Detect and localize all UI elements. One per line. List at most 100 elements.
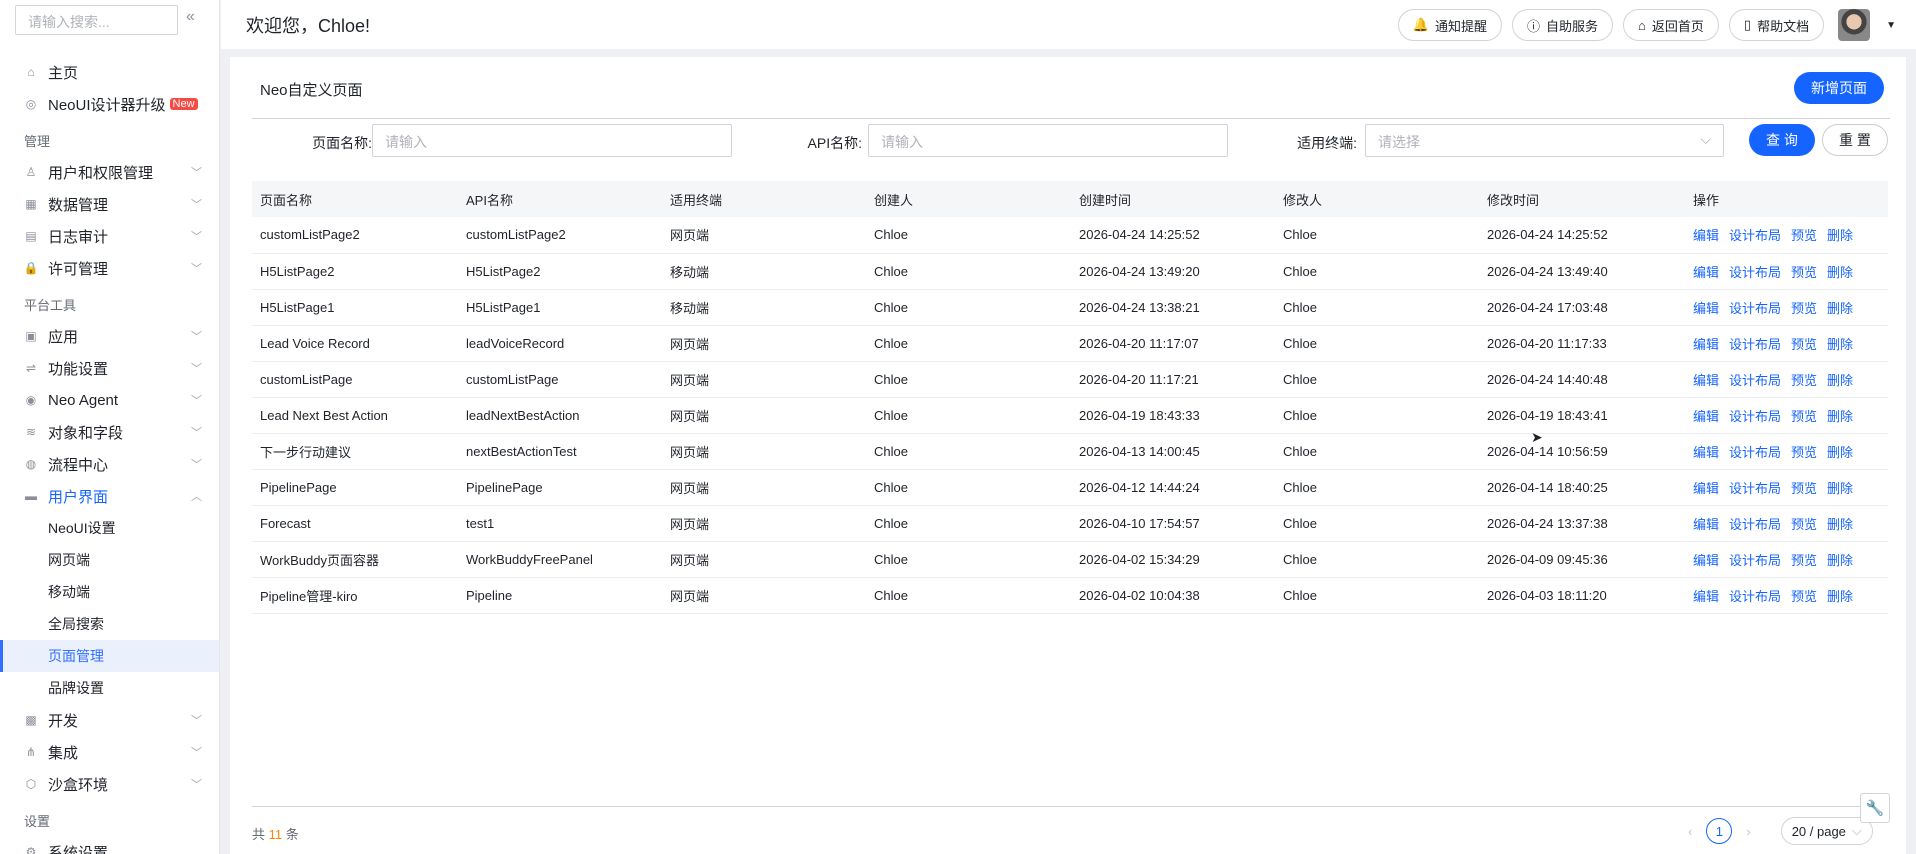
table-cell: 网页端	[662, 469, 866, 506]
page-1-button[interactable]: 1	[1706, 818, 1733, 844]
api-name-input[interactable]: 请输入	[868, 124, 1228, 157]
delete-link[interactable]: 删除	[1827, 517, 1853, 532]
avatar[interactable]	[1838, 9, 1871, 41]
preview-link[interactable]: 预览	[1791, 445, 1817, 460]
total-count: 共 11 条	[252, 824, 299, 843]
sidebar-subitem[interactable]: 移动端	[0, 576, 219, 608]
sidebar-item[interactable]: ▣ 应用 ﹀	[0, 320, 219, 352]
preview-link[interactable]: 预览	[1791, 409, 1817, 424]
terminal-label: 适用终端:	[1297, 135, 1357, 151]
header-button[interactable]: ⓘ 自助服务	[1512, 9, 1614, 41]
sidebar-item[interactable]: ◉ Neo Agent ﹀	[0, 384, 219, 416]
design-layout-link[interactable]: 设计布局	[1729, 553, 1781, 568]
header-button-label: 自助服务	[1546, 18, 1599, 34]
next-page-icon[interactable]: ›	[1746, 824, 1750, 839]
page-size-select[interactable]: 20 / page ⌵	[1780, 817, 1873, 845]
sidebar-item[interactable]: 🔒 许可管理 ﹀	[0, 252, 219, 284]
header-button[interactable]: ▯ 帮助文档	[1728, 9, 1825, 41]
wrench-icon[interactable]: 🔧	[1860, 793, 1890, 823]
sidebar-subitem[interactable]: 全局搜索	[0, 608, 219, 640]
header-button[interactable]: 🔔 通知提醒	[1397, 9, 1503, 41]
sidebar-item[interactable]: ▬ 用户界面 ︿	[0, 480, 219, 512]
design-layout-link[interactable]: 设计布局	[1729, 481, 1781, 496]
edit-link[interactable]: 编辑	[1693, 517, 1719, 532]
preview-link[interactable]: 预览	[1791, 589, 1817, 604]
delete-link[interactable]: 删除	[1827, 481, 1853, 496]
preview-link[interactable]: 预览	[1791, 228, 1817, 243]
delete-link[interactable]: 删除	[1827, 228, 1853, 243]
delete-link[interactable]: 删除	[1827, 409, 1853, 424]
terminal-select[interactable]: 请选择 ⌵	[1365, 124, 1724, 157]
design-layout-link[interactable]: 设计布局	[1729, 228, 1781, 243]
page-name-input[interactable]: 请输入	[372, 124, 732, 157]
edit-link[interactable]: 编辑	[1693, 265, 1719, 280]
sidebar-menu: ⌂ 主页 ◎ NeoUI设计器升级 New 管理 ♙ 用户和权限管理 ﹀ ▦ 数据管理 ﹀ ▤ 日志审计 ﹀…	[0, 56, 219, 854]
edit-link[interactable]: 编辑	[1693, 228, 1719, 243]
sidebar-subitem[interactable]: 网页端	[0, 544, 219, 576]
delete-link[interactable]: 删除	[1827, 445, 1853, 460]
table-cell: Chloe	[866, 253, 1071, 290]
page-title: Neo自定义页面	[260, 82, 363, 99]
preview-link[interactable]: 预览	[1791, 301, 1817, 316]
delete-link[interactable]: 删除	[1827, 337, 1853, 352]
sidebar-subitem[interactable]: 品牌设置	[0, 672, 219, 704]
design-layout-link[interactable]: 设计布局	[1729, 517, 1781, 532]
design-layout-link[interactable]: 设计布局	[1729, 337, 1781, 352]
preview-link[interactable]: 预览	[1791, 481, 1817, 496]
sidebar-item[interactable]: ▦ 数据管理 ﹀	[0, 188, 219, 220]
table-row: Pipeline管理-kiro Pipeline 网页端 Chloe 2026-04-0…	[252, 577, 1888, 614]
delete-link[interactable]: 删除	[1827, 553, 1853, 568]
preview-link[interactable]: 预览	[1791, 373, 1817, 388]
preview-link[interactable]: 预览	[1791, 265, 1817, 280]
delete-link[interactable]: 删除	[1827, 301, 1853, 316]
sidebar-item[interactable]: ≋ 对象和字段 ﹀	[0, 416, 219, 448]
preview-link[interactable]: 预览	[1791, 553, 1817, 568]
design-layout-link[interactable]: 设计布局	[1729, 589, 1781, 604]
preview-link[interactable]: 预览	[1791, 337, 1817, 352]
sidebar-item[interactable]: ▤ 日志审计 ﹀	[0, 220, 219, 252]
add-page-button[interactable]: 新增页面	[1794, 72, 1884, 104]
delete-link[interactable]: 删除	[1827, 265, 1853, 280]
header-button[interactable]: ⌂ 返回首页	[1623, 9, 1719, 41]
design-layout-link[interactable]: 设计布局	[1729, 265, 1781, 280]
delete-link[interactable]: 删除	[1827, 373, 1853, 388]
edit-link[interactable]: 编辑	[1693, 553, 1719, 568]
table-cell: Chloe	[866, 577, 1071, 614]
edit-link[interactable]: 编辑	[1693, 373, 1719, 388]
sidebar-subitem[interactable]: 页面管理	[0, 640, 219, 672]
preview-link[interactable]: 预览	[1791, 517, 1817, 532]
edit-link[interactable]: 编辑	[1693, 589, 1719, 604]
design-layout-link[interactable]: 设计布局	[1729, 409, 1781, 424]
edit-link[interactable]: 编辑	[1693, 481, 1719, 496]
delete-link[interactable]: 删除	[1827, 589, 1853, 604]
reset-button[interactable]: 重 置	[1822, 124, 1888, 156]
sidebar-item[interactable]: ◍ 流程中心 ﹀	[0, 448, 219, 480]
sidebar-item[interactable]: ◎ NeoUI设计器升级 New	[0, 88, 219, 120]
edit-link[interactable]: 编辑	[1693, 301, 1719, 316]
table-cell: 2026-04-14 18:40:25	[1479, 469, 1685, 506]
prev-page-icon[interactable]: ‹	[1688, 824, 1692, 839]
sidebar-item[interactable]: ▩ 开发 ﹀	[0, 704, 219, 736]
collapse-sidebar-icon[interactable]: «	[186, 8, 195, 26]
caret-down-icon[interactable]: ▼	[1886, 20, 1896, 31]
sidebar-item-system-settings[interactable]: ⚙ 系统设置	[0, 836, 219, 854]
table-cell: Chloe	[866, 289, 1071, 326]
sidebar-item[interactable]: ⌂ 主页	[0, 56, 219, 88]
sidebar-item[interactable]: ⋔ 集成 ﹀	[0, 736, 219, 768]
sidebar-search-input[interactable]: 请输入搜索...	[15, 5, 178, 35]
sidebar-item[interactable]: ♙ 用户和权限管理 ﹀	[0, 156, 219, 188]
chevron-up-icon: ︿	[191, 491, 202, 503]
edit-link[interactable]: 编辑	[1693, 445, 1719, 460]
design-layout-link[interactable]: 设计布局	[1729, 373, 1781, 388]
table-cell: 2026-04-19 18:43:33	[1071, 397, 1275, 434]
design-layout-link[interactable]: 设计布局	[1729, 445, 1781, 460]
sidebar-item[interactable]: ⬡ 沙盒环境 ﹀	[0, 768, 219, 800]
query-button[interactable]: 查 询	[1749, 124, 1815, 156]
table-cell: H5ListPage1	[458, 289, 662, 326]
edit-link[interactable]: 编辑	[1693, 409, 1719, 424]
sidebar-subitem[interactable]: NeoUI设置	[0, 512, 219, 544]
sidebar-item[interactable]: ⇌ 功能设置 ﹀	[0, 352, 219, 384]
edit-link[interactable]: 编辑	[1693, 337, 1719, 352]
design-layout-link[interactable]: 设计布局	[1729, 301, 1781, 316]
page-name-label: 页面名称:	[312, 135, 372, 151]
